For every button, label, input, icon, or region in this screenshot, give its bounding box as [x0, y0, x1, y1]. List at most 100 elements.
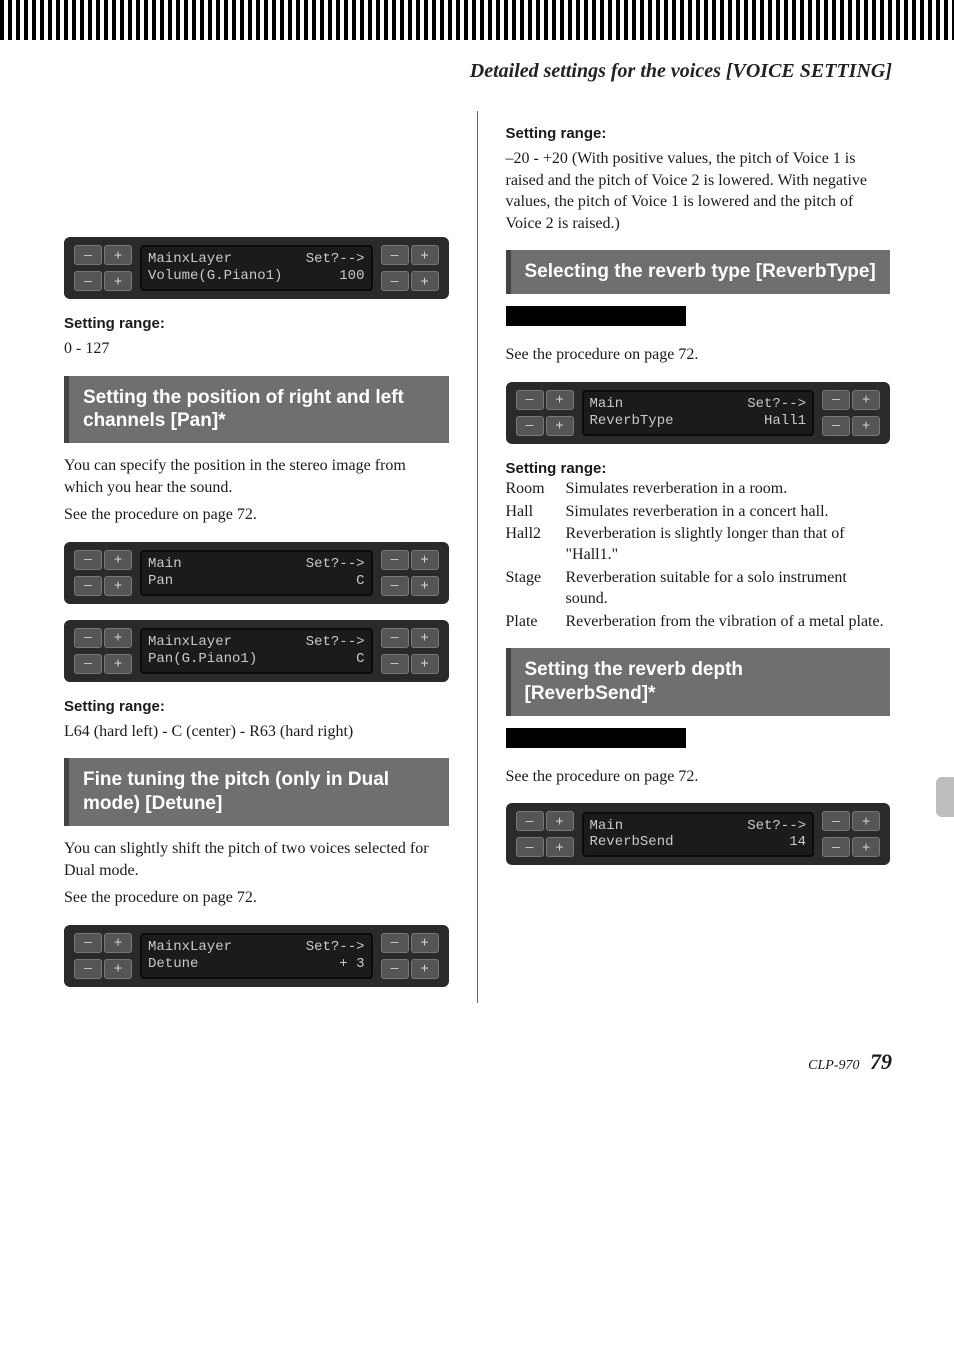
section-detune: Fine tuning the pitch (only in Dual mode… — [64, 758, 449, 826]
reverbsend-see: See the procedure on page 72. — [506, 766, 891, 788]
minus-icon[interactable]: – — [74, 245, 102, 265]
lcd-text: Main — [148, 556, 182, 573]
plus-icon[interactable]: + — [411, 245, 439, 265]
plus-icon[interactable]: + — [852, 416, 880, 436]
plus-icon[interactable]: + — [546, 837, 574, 857]
minus-icon[interactable]: – — [516, 837, 544, 857]
minus-icon[interactable]: – — [381, 933, 409, 953]
lcd-screen: MainxLayerSet?--> Pan(G.Piano1)C — [140, 628, 373, 674]
plus-icon[interactable]: + — [104, 959, 132, 979]
pan-desc: You can specify the position in the ster… — [64, 455, 449, 498]
plus-icon[interactable]: + — [104, 271, 132, 291]
plus-icon[interactable]: + — [546, 416, 574, 436]
lcd-text: Set?--> — [306, 251, 365, 268]
lcd-volume: –+ –+ MainxLayerSet?--> Volume(G.Piano1)… — [64, 237, 449, 299]
right-column: Setting range: –20 - +20 (With positive … — [478, 111, 915, 1003]
lcd-text: Set?--> — [747, 396, 806, 413]
option-desc: Reverberation from the vibration of a me… — [566, 612, 884, 633]
setting-range-label: Setting range: — [506, 460, 891, 477]
setting-range-label: Setting range: — [64, 698, 449, 715]
comment-bar — [506, 728, 686, 748]
minus-icon[interactable]: – — [381, 576, 409, 596]
setting-range-label: Setting range: — [64, 315, 449, 332]
minus-icon[interactable]: – — [822, 416, 850, 436]
option-row: RoomSimulates reverberation in a room. — [506, 479, 891, 500]
minus-icon[interactable]: – — [74, 933, 102, 953]
section-pan: Setting the position of right and left c… — [64, 376, 449, 444]
lcd-text: Set?--> — [306, 556, 365, 573]
lcd-text: Pan — [148, 573, 173, 590]
page-header: Detailed settings for the voices [VOICE … — [0, 40, 954, 111]
option-desc: Simulates reverberation in a room. — [566, 479, 788, 500]
minus-icon[interactable]: – — [822, 837, 850, 857]
plus-icon[interactable]: + — [411, 628, 439, 648]
plus-icon[interactable]: + — [104, 576, 132, 596]
lcd-text: Main — [590, 396, 624, 413]
option-desc: Reverberation suitable for a solo instru… — [566, 568, 891, 610]
plus-icon[interactable]: + — [411, 576, 439, 596]
minus-icon[interactable]: – — [74, 271, 102, 291]
plus-icon[interactable]: + — [411, 550, 439, 570]
lcd-text: C — [356, 573, 364, 590]
lcd-screen: MainxLayerSet?--> Volume(G.Piano1)100 — [140, 245, 373, 291]
plus-icon[interactable]: + — [852, 390, 880, 410]
option-key: Hall2 — [506, 524, 566, 566]
plus-icon[interactable]: + — [411, 271, 439, 291]
lcd-text: MainxLayer — [148, 939, 232, 956]
lcd-screen: MainxLayerSet?--> Detune+ 3 — [140, 933, 373, 979]
minus-icon[interactable]: – — [74, 576, 102, 596]
option-row: PlateReverberation from the vibration of… — [506, 612, 891, 633]
minus-icon[interactable]: – — [381, 245, 409, 265]
plus-icon[interactable]: + — [546, 390, 574, 410]
option-key: Plate — [506, 612, 566, 633]
minus-icon[interactable]: – — [381, 271, 409, 291]
plus-icon[interactable]: + — [104, 628, 132, 648]
plus-icon[interactable]: + — [104, 550, 132, 570]
plus-icon[interactable]: + — [104, 245, 132, 265]
plus-icon[interactable]: + — [411, 933, 439, 953]
minus-icon[interactable]: – — [381, 550, 409, 570]
edge-tab — [936, 777, 954, 817]
lcd-pan-layer: –+ –+ MainxLayerSet?--> Pan(G.Piano1)C –… — [64, 620, 449, 682]
lcd-text: Set?--> — [747, 818, 806, 835]
lcd-reverbsend: –+ –+ MainSet?--> ReverbSend14 –+ –+ — [506, 803, 891, 865]
minus-icon[interactable]: – — [74, 550, 102, 570]
minus-icon[interactable]: – — [74, 628, 102, 648]
minus-icon[interactable]: – — [822, 811, 850, 831]
minus-icon[interactable]: – — [74, 654, 102, 674]
lcd-screen: MainSet?--> ReverbTypeHall1 — [582, 390, 815, 436]
option-desc: Simulates reverberation in a concert hal… — [566, 502, 829, 523]
plus-icon[interactable]: + — [411, 959, 439, 979]
plus-icon[interactable]: + — [852, 811, 880, 831]
lcd-text: Main — [590, 818, 624, 835]
plus-icon[interactable]: + — [104, 933, 132, 953]
section-reverbtype: Selecting the reverb type [ReverbType] — [506, 250, 891, 294]
minus-icon[interactable]: – — [381, 654, 409, 674]
left-column: –+ –+ MainxLayerSet?--> Volume(G.Piano1)… — [40, 111, 478, 1003]
minus-icon[interactable]: – — [74, 959, 102, 979]
plus-icon[interactable]: + — [104, 654, 132, 674]
minus-icon[interactable]: – — [516, 416, 544, 436]
plus-icon[interactable]: + — [411, 654, 439, 674]
detune-desc: You can slightly shift the pitch of two … — [64, 838, 449, 881]
minus-icon[interactable]: – — [381, 628, 409, 648]
minus-icon[interactable]: – — [822, 390, 850, 410]
minus-icon[interactable]: – — [381, 959, 409, 979]
minus-icon[interactable]: – — [516, 390, 544, 410]
lcd-text: Set?--> — [306, 634, 365, 651]
footer-model: CLP-970 — [808, 1058, 859, 1073]
lcd-text: ReverbSend — [590, 834, 674, 851]
option-row: StageReverberation suitable for a solo i… — [506, 568, 891, 610]
option-key: Stage — [506, 568, 566, 610]
footer-page: 79 — [870, 1049, 892, 1074]
plus-icon[interactable]: + — [546, 811, 574, 831]
lcd-text: + 3 — [339, 956, 364, 973]
lcd-screen: Main Set?--> Pan C — [140, 550, 373, 596]
setting-range-value: 0 - 127 — [64, 338, 449, 360]
plus-icon[interactable]: + — [852, 837, 880, 857]
lcd-text: 100 — [339, 268, 364, 285]
pan-range: L64 (hard left) - C (center) - R63 (hard… — [64, 721, 449, 743]
section-reverbsend: Setting the reverb depth [ReverbSend]* — [506, 648, 891, 716]
minus-icon[interactable]: – — [516, 811, 544, 831]
option-row: HallSimulates reverberation in a concert… — [506, 502, 891, 523]
